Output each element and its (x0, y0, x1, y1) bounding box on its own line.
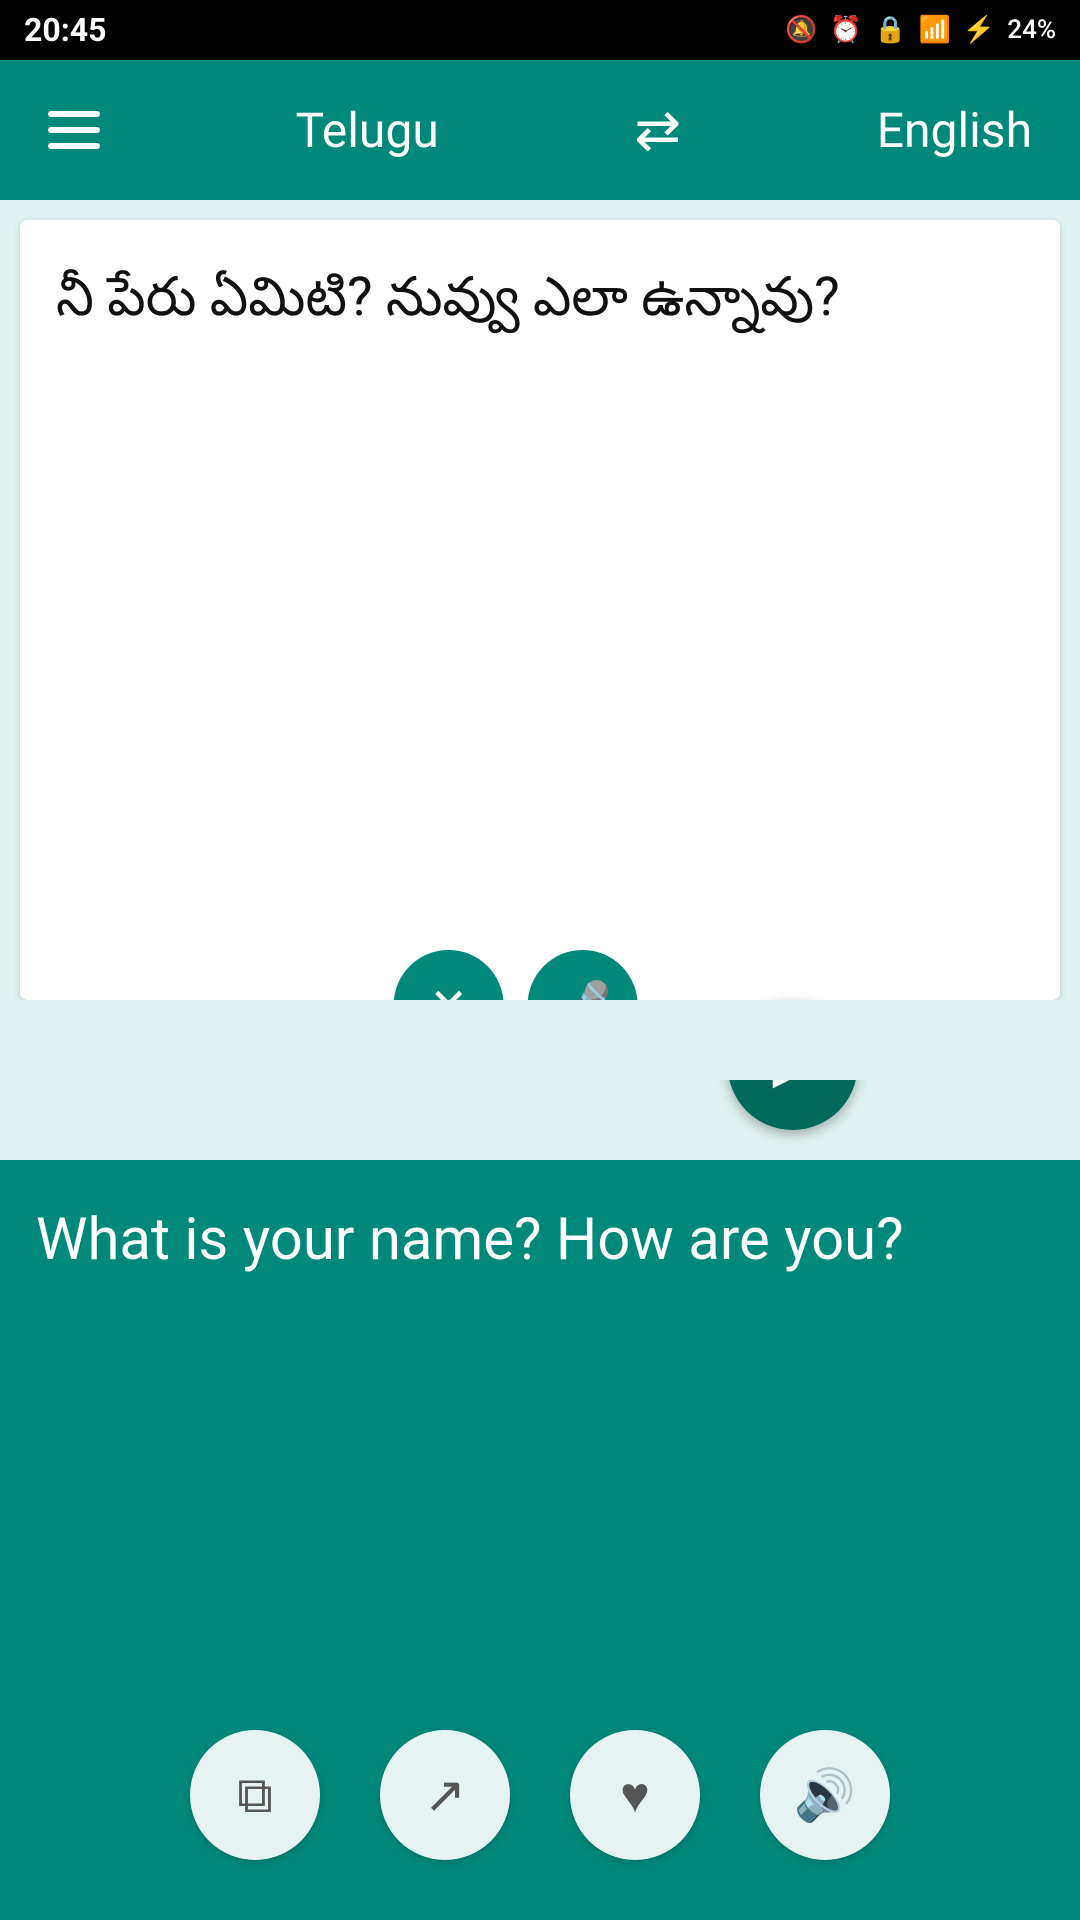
status-icons: 🔕 ⏰ 🔒 📶 ⚡ 24% (785, 15, 1056, 45)
source-panel: నీ పేరు ఏమిటి? నువ్వు ఎలా ఉన్నావు? ✕ 🎤 ▶ (20, 220, 1060, 1000)
battery-level: 24% (1007, 15, 1056, 45)
target-language-selector[interactable]: English (877, 102, 1032, 159)
speaker-button[interactable]: 🔊 (760, 1730, 890, 1860)
app-bar: Telugu ⇄ English (0, 60, 1080, 200)
alarm-icon: ⏰ (830, 15, 862, 45)
charging-icon: ⚡ (963, 15, 995, 45)
favorite-button[interactable]: ♥ (570, 1730, 700, 1860)
translation-panel: What is your name? How are you? ⧉ ↗ ♥ 🔊 (0, 1160, 1080, 1920)
share-button[interactable]: ↗ (380, 1730, 510, 1860)
source-text[interactable]: నీ పేరు ఏమిటి? నువ్వు ఎలా ఉన్నావు? (20, 220, 1060, 336)
heart-icon: ♥ (620, 1766, 650, 1824)
bottom-actions: ⧉ ↗ ♥ 🔊 (0, 1730, 1080, 1860)
status-time: 20:45 (24, 11, 106, 49)
notification-icon: 🔕 (785, 15, 817, 45)
signal-icon: 📶 (919, 15, 951, 45)
menu-button[interactable] (48, 111, 100, 149)
hamburger-line (48, 143, 100, 149)
copy-icon: ⧉ (237, 1766, 273, 1825)
source-language-selector[interactable]: Telugu (295, 102, 438, 159)
gap-separator (0, 1000, 1080, 1080)
speaker-icon: 🔊 (794, 1766, 856, 1825)
main-content: నీ పేరు ఏమిటి? నువ్వు ఎలా ఉన్నావు? ✕ 🎤 ▶… (0, 200, 1080, 1920)
share-icon: ↗ (424, 1766, 466, 1824)
swap-languages-button[interactable]: ⇄ (634, 97, 681, 163)
lock-icon: 🔒 (874, 15, 906, 45)
status-bar: 20:45 🔕 ⏰ 🔒 📶 ⚡ 24% (0, 0, 1080, 60)
hamburger-line (48, 127, 100, 133)
copy-button[interactable]: ⧉ (190, 1730, 320, 1860)
translated-text: What is your name? How are you? (36, 1200, 1044, 1281)
hamburger-line (48, 111, 100, 117)
